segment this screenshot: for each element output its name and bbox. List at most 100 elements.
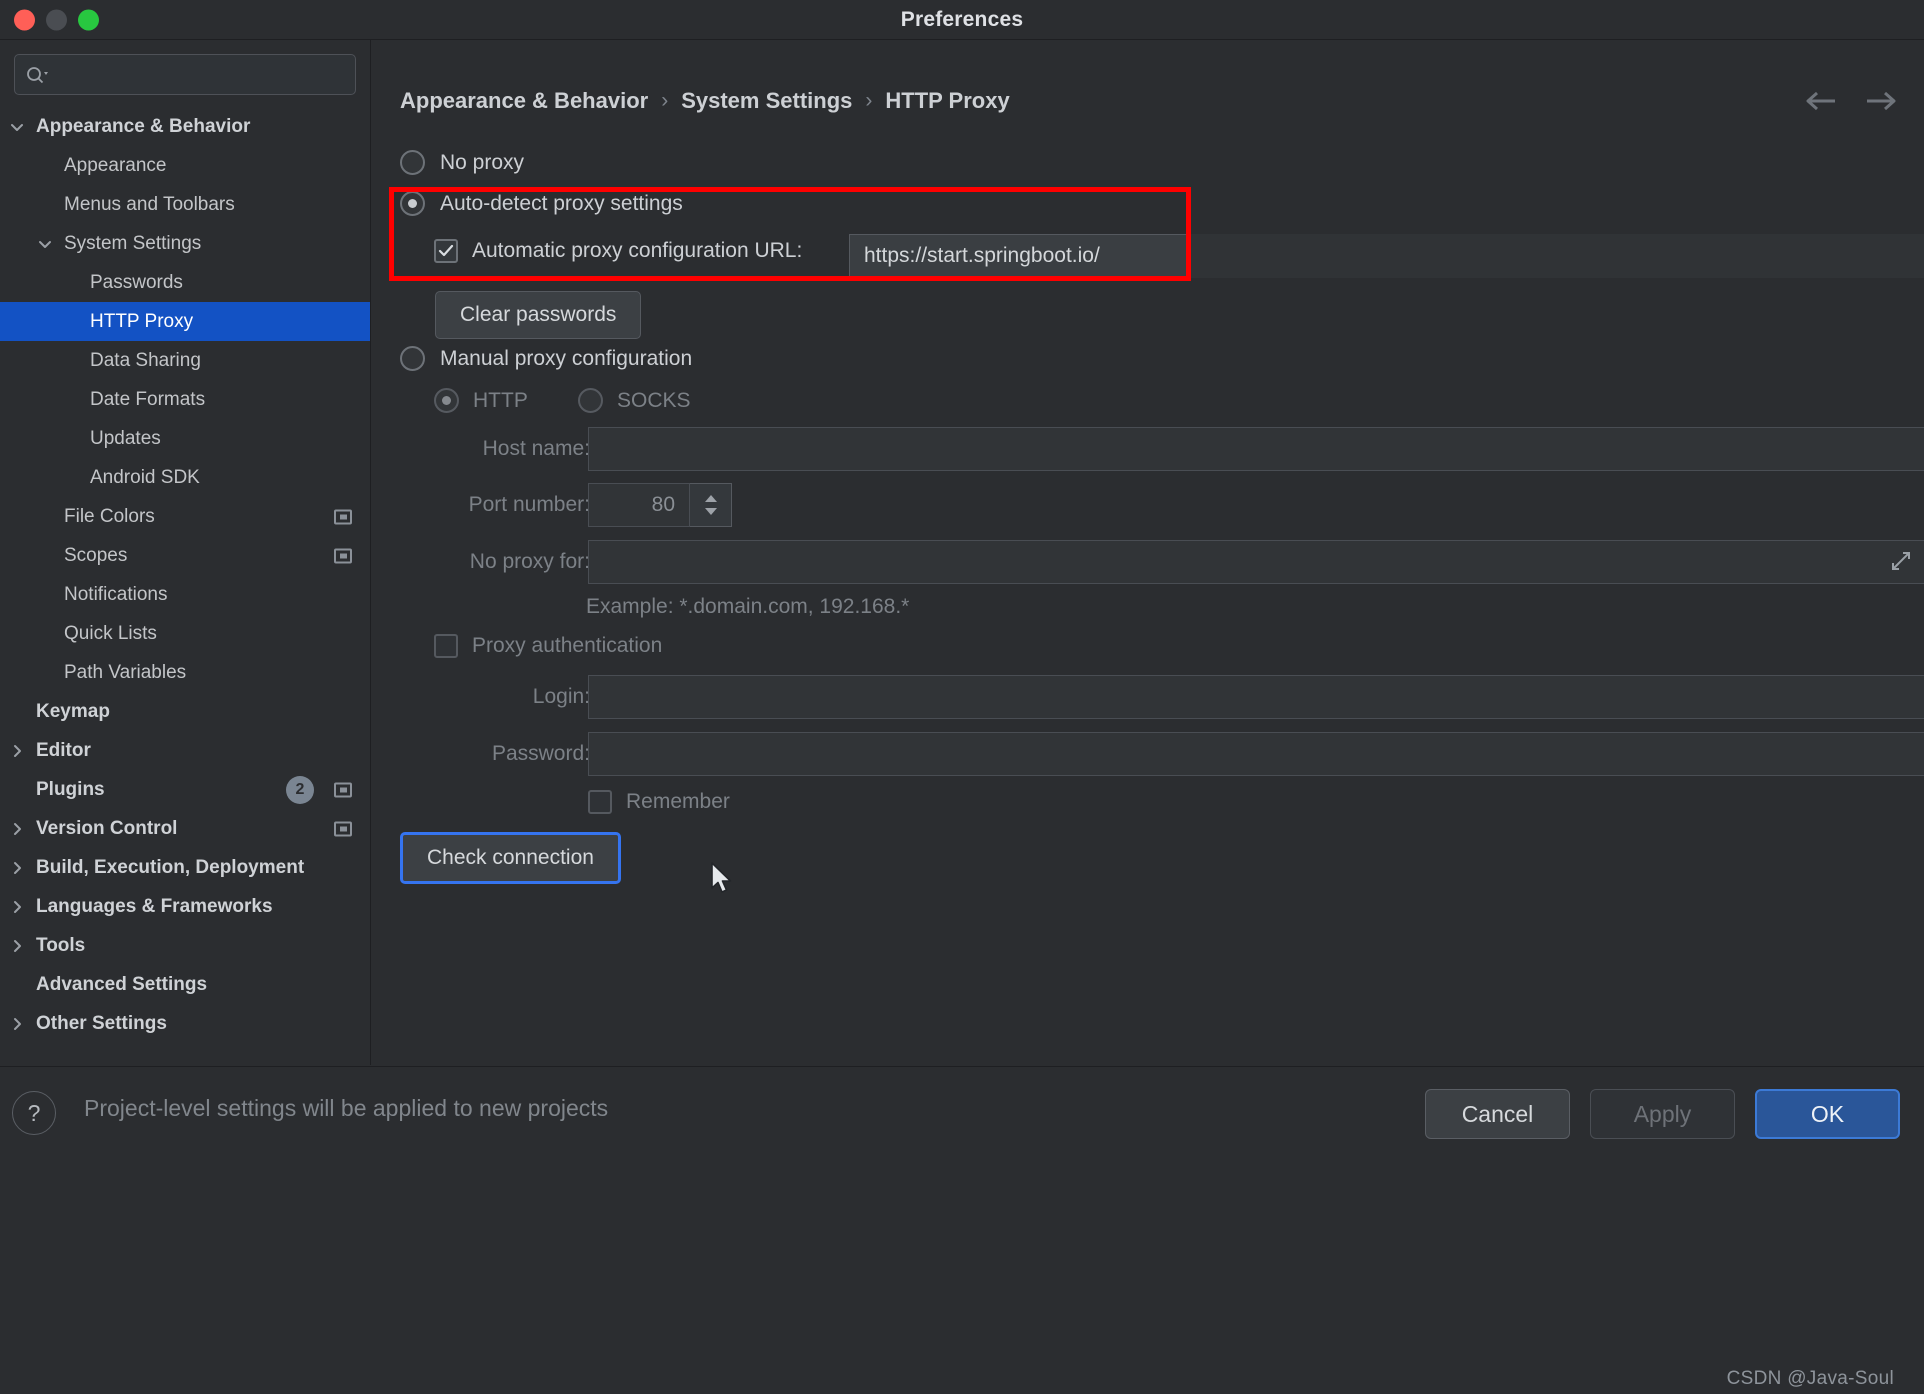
- sidebar-item-http-proxy[interactable]: HTTP Proxy: [0, 302, 370, 341]
- window-controls: [14, 9, 99, 30]
- chevron-down-icon[interactable]: [36, 235, 54, 253]
- watermark: CSDN @Java-Soul: [1726, 1368, 1894, 1389]
- ok-button[interactable]: OK: [1755, 1089, 1900, 1139]
- sidebar-item-label: Keymap: [36, 700, 110, 722]
- search-input[interactable]: [49, 64, 345, 85]
- clear-passwords-button[interactable]: Clear passwords: [435, 291, 642, 339]
- no-proxy-radio[interactable]: [400, 150, 425, 175]
- sidebar-item-label: Date Formats: [90, 388, 206, 410]
- socks-protocol-option[interactable]: SOCKS: [578, 388, 691, 413]
- sidebar-item-label: Editor: [36, 739, 91, 761]
- project-scope-icon: [334, 821, 352, 836]
- password-label: Password:: [491, 742, 590, 765]
- breadcrumb-separator-icon: ›: [661, 89, 669, 112]
- sidebar-item-badge: 2: [286, 775, 314, 804]
- host-name-input[interactable]: [588, 427, 1924, 471]
- socks-radio[interactable]: [578, 388, 603, 413]
- port-number-input[interactable]: 80: [588, 483, 690, 527]
- breadcrumb: Appearance & Behavior › System Settings …: [400, 88, 1010, 114]
- sidebar-item-keymap[interactable]: Keymap: [0, 692, 370, 731]
- sidebar-item-quick-lists[interactable]: Quick Lists: [0, 614, 370, 653]
- auto-detect-option[interactable]: Auto-detect proxy settings: [400, 191, 683, 216]
- sidebar-item-label: HTTP Proxy: [90, 310, 194, 332]
- sidebar-item-android-sdk[interactable]: Android SDK: [0, 458, 370, 497]
- settings-sidebar: Appearance & Behavior Appearance Menus and…: [0, 40, 371, 1065]
- chevron-right-icon[interactable]: [8, 898, 26, 916]
- remember-checkbox[interactable]: [588, 790, 612, 814]
- auto-config-url-input-extension[interactable]: [1189, 234, 1924, 278]
- auto-detect-radio[interactable]: [400, 191, 425, 216]
- chevron-down-icon[interactable]: [8, 118, 26, 136]
- sidebar-item-date-formats[interactable]: Date Formats: [0, 380, 370, 419]
- apply-button[interactable]: Apply: [1590, 1089, 1735, 1139]
- sidebar-item-editor[interactable]: Editor: [0, 731, 370, 770]
- proxy-authentication-checkbox[interactable]: [434, 634, 458, 658]
- password-input[interactable]: [588, 732, 1924, 776]
- chevron-right-icon[interactable]: [8, 937, 26, 955]
- no-proxy-for-input[interactable]: [588, 540, 1924, 584]
- chevron-right-icon[interactable]: [8, 1015, 26, 1033]
- remember-row[interactable]: Remember: [588, 790, 730, 814]
- sidebar-item-notifications[interactable]: Notifications: [0, 575, 370, 614]
- breadcrumb-item-http-proxy[interactable]: HTTP Proxy: [885, 88, 1009, 114]
- breadcrumb-item-system-settings[interactable]: System Settings: [681, 88, 852, 114]
- close-button[interactable]: [14, 9, 35, 30]
- sidebar-item-passwords[interactable]: Passwords: [0, 263, 370, 302]
- sidebar-item-updates[interactable]: Updates: [0, 419, 370, 458]
- sidebar-item-other-settings[interactable]: Other Settings: [0, 1004, 370, 1043]
- stepper-up-icon: [704, 495, 717, 502]
- search-box[interactable]: [14, 54, 356, 95]
- chevron-right-icon[interactable]: [8, 742, 26, 760]
- help-icon[interactable]: ?: [12, 1091, 56, 1135]
- sidebar-item-languages-frameworks[interactable]: Languages & Frameworks: [0, 887, 370, 926]
- minimize-button[interactable]: [46, 9, 67, 30]
- sidebar-item-appearance-behavior[interactable]: Appearance & Behavior: [0, 107, 370, 146]
- title-bar: Preferences: [0, 0, 1924, 40]
- http-label: HTTP: [473, 388, 528, 412]
- check-connection-button[interactable]: Check connection: [400, 832, 621, 884]
- sidebar-item-version-control[interactable]: Version Control: [0, 809, 370, 848]
- breadcrumb-item-appearance-behavior[interactable]: Appearance & Behavior: [400, 88, 648, 114]
- manual-proxy-radio[interactable]: [400, 346, 425, 371]
- zoom-button[interactable]: [78, 9, 99, 30]
- sidebar-item-build-execution-deployment[interactable]: Build, Execution, Deployment: [0, 848, 370, 887]
- sidebar-item-label: Languages & Frameworks: [36, 895, 273, 917]
- socks-label: SOCKS: [617, 388, 691, 412]
- manual-proxy-option[interactable]: Manual proxy configuration: [400, 346, 692, 371]
- no-proxy-for-label: No proxy for:: [469, 550, 590, 573]
- cancel-button[interactable]: Cancel: [1425, 1089, 1570, 1139]
- arrow-right-icon[interactable]: [1864, 90, 1898, 117]
- project-scope-icon: [334, 782, 352, 797]
- sidebar-item-tools[interactable]: Tools: [0, 926, 370, 965]
- chevron-right-icon[interactable]: [8, 820, 26, 838]
- project-scope-icon: [334, 548, 352, 563]
- login-input[interactable]: [588, 675, 1924, 719]
- no-proxy-label: No proxy: [440, 150, 525, 174]
- sidebar-item-label: Other Settings: [36, 1012, 167, 1034]
- no-proxy-option[interactable]: No proxy: [400, 150, 524, 175]
- http-protocol-option[interactable]: HTTP: [434, 388, 528, 413]
- proxy-authentication-row[interactable]: Proxy authentication: [434, 634, 662, 658]
- sidebar-item-file-colors[interactable]: File Colors: [0, 497, 370, 536]
- expand-icon[interactable]: [1890, 550, 1912, 577]
- navigation-arrows: [1804, 90, 1898, 117]
- chevron-right-icon[interactable]: [8, 859, 26, 877]
- auto-config-url-checkbox[interactable]: [434, 239, 458, 263]
- footer-hint: Project-level settings will be applied t…: [84, 1095, 609, 1121]
- arrow-left-icon[interactable]: [1804, 90, 1838, 117]
- sidebar-item-advanced-settings[interactable]: Advanced Settings: [0, 965, 370, 1004]
- sidebar-item-data-sharing[interactable]: Data Sharing: [0, 341, 370, 380]
- proxy-authentication-label: Proxy authentication: [472, 634, 663, 657]
- sidebar-item-path-variables[interactable]: Path Variables: [0, 653, 370, 692]
- sidebar-item-plugins[interactable]: Plugins 2: [0, 770, 370, 809]
- port-number-stepper[interactable]: [690, 483, 732, 527]
- sidebar-item-system-settings[interactable]: System Settings: [0, 224, 370, 263]
- sidebar-item-label: Updates: [90, 427, 161, 449]
- auto-config-url-input[interactable]: https://start.springboot.io/: [849, 234, 1189, 278]
- http-radio[interactable]: [434, 388, 459, 413]
- sidebar-item-appearance[interactable]: Appearance: [0, 146, 370, 185]
- sidebar-item-menus-and-toolbars[interactable]: Menus and Toolbars: [0, 185, 370, 224]
- sidebar-item-scopes[interactable]: Scopes: [0, 536, 370, 575]
- remember-label: Remember: [626, 790, 730, 813]
- sidebar-item-label: Scopes: [64, 544, 128, 566]
